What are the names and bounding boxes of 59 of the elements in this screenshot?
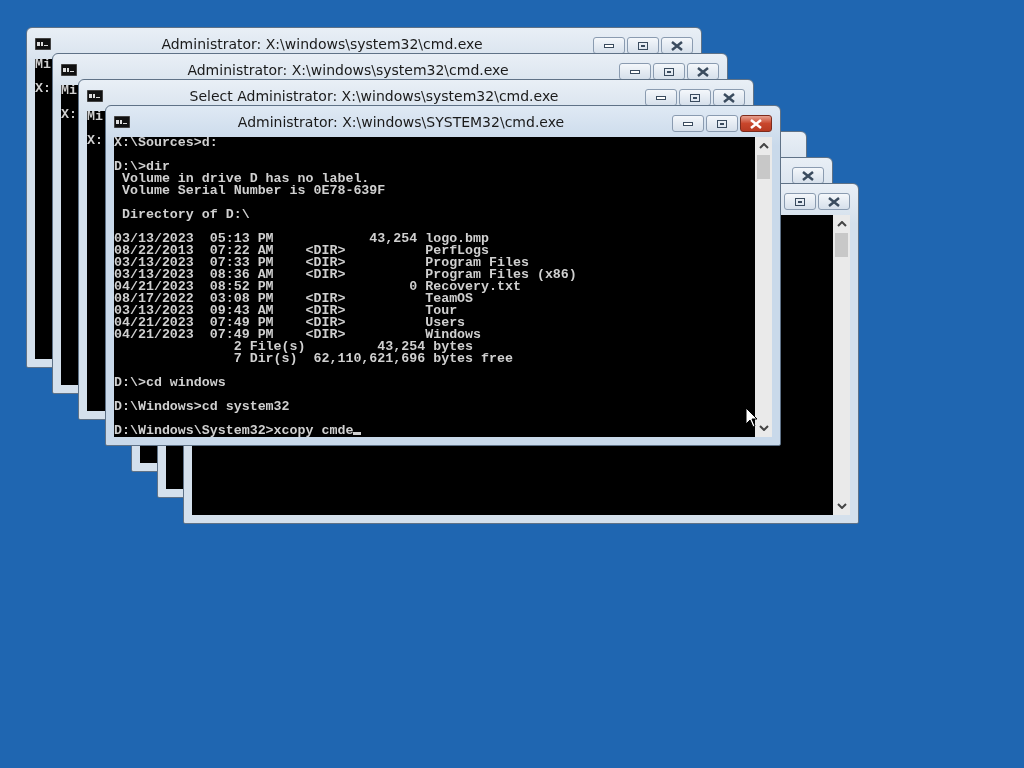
window-title: Administrator: X:\windows\SYSTEM32\cmd.exe — [236, 113, 566, 130]
close-button[interactable] — [818, 193, 850, 210]
console-line: X: — [87, 133, 103, 148]
close-icon — [671, 40, 683, 51]
maximize-icon — [664, 67, 674, 76]
console-line: 03/13/2023 08:36 AM <DIR> Program Files (x86) — [114, 267, 577, 282]
console-line: X: — [35, 81, 51, 96]
close-icon — [828, 196, 840, 207]
close-icon — [802, 170, 814, 181]
close-button[interactable] — [740, 115, 772, 132]
scroll-up-icon[interactable] — [758, 143, 769, 149]
console-line: Mi — [61, 83, 77, 98]
text-cursor — [353, 432, 362, 435]
console-line: Volume in drive D has no label. — [120, 171, 370, 186]
close-icon — [697, 66, 709, 77]
window-title: Administrator: X:\windows\system32\cmd.exe — [160, 35, 484, 52]
console-line: X: — [61, 107, 77, 122]
console-icon — [35, 37, 51, 50]
console-line: X:\Sources>d: — [114, 135, 218, 150]
scroll-thumb[interactable] — [835, 233, 848, 257]
window-title: Administrator: X:\windows\system32\cmd.exe — [186, 61, 510, 78]
maximize-button[interactable] — [784, 193, 816, 210]
scroll-down-icon[interactable] — [758, 425, 769, 431]
maximize-icon — [638, 41, 648, 50]
console-line: Directory of D:\ — [120, 207, 250, 222]
console-line: D:\Windows\System32>xcopy cmde — [114, 423, 354, 438]
window-title: Select Administrator: X:\windows\system32\cmd.exe — [188, 87, 560, 104]
console-icon — [114, 115, 130, 128]
scroll-thumb[interactable] — [757, 155, 770, 179]
console-line: 04/21/2023 07:49 PM <DIR> Users — [114, 315, 466, 330]
scroll-up-icon[interactable] — [836, 221, 847, 227]
minimize-icon — [630, 69, 640, 74]
console-line: 08/17/2022 03:08 PM <DIR> TeamOS — [114, 291, 474, 306]
close-icon — [750, 118, 762, 129]
minimize-icon — [656, 95, 666, 100]
minimize-icon — [683, 121, 693, 126]
maximize-icon — [690, 93, 700, 102]
scroll-down-icon[interactable] — [836, 503, 847, 509]
console-line: Volume Serial Number is 0E78-639F — [120, 183, 386, 198]
maximize-button[interactable] — [706, 115, 738, 132]
console-line: 03/13/2023 05:13 PM 43,254 logo.bmp — [114, 231, 490, 246]
maximize-icon — [717, 119, 727, 128]
console-line: D:\Windows>cd system32 — [114, 399, 290, 414]
minimize-button[interactable] — [672, 115, 704, 132]
console-icon — [61, 63, 77, 76]
scrollbar[interactable] — [755, 137, 772, 437]
console-line: Mi — [35, 57, 51, 72]
console-line: 03/13/2023 09:43 AM <DIR> Tour — [114, 303, 458, 318]
console-line: 04/21/2023 07:49 PM <DIR> Windows — [114, 327, 482, 342]
console-line: Mi — [87, 109, 103, 124]
console-line: 2 File(s) 43,254 bytes — [232, 339, 474, 354]
close-icon — [723, 92, 735, 103]
console-line: D:\>dir — [114, 159, 170, 174]
console-icon — [87, 89, 103, 102]
console-line: D:\>cd windows — [114, 375, 226, 390]
maximize-icon — [795, 197, 805, 206]
minimize-icon — [604, 43, 614, 48]
scrollbar[interactable] — [833, 215, 850, 515]
console-line: 04/21/2023 08:52 PM 0 Recovery.txt — [114, 279, 521, 294]
